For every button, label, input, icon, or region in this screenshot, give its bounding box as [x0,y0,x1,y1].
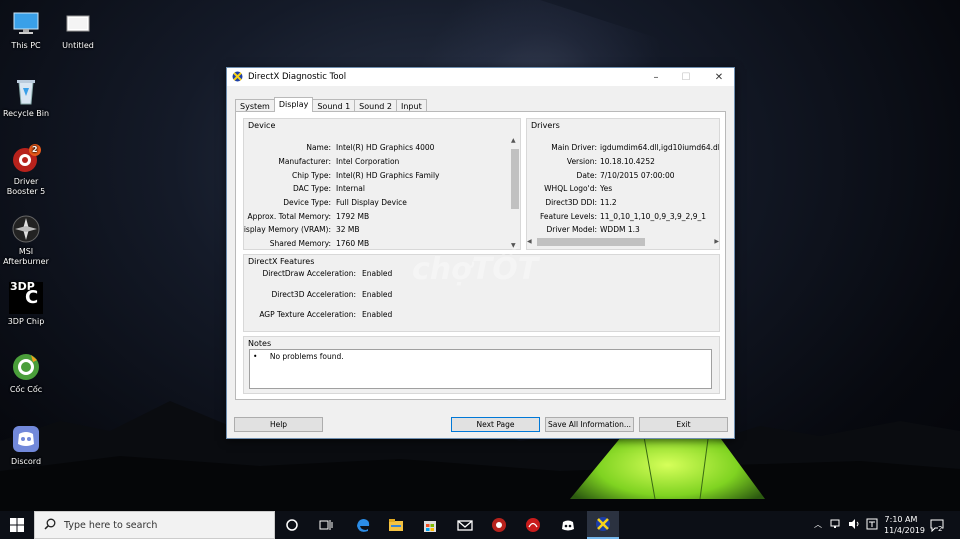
edge-browser-icon[interactable] [353,515,373,535]
coc-coc-icon [11,352,41,382]
desktop-icon-3dp-chip[interactable]: 3DP C 3DP Chip [0,281,52,327]
store-icon[interactable] [420,515,440,535]
device-info-list: Name: Intel(R) HD Graphics 4000 Manufactu… [244,143,440,248]
save-all-information-button[interactable]: Save All Information... [545,417,634,432]
close-button[interactable]: ✕ [704,68,734,86]
drivers-horizontal-scrollbar[interactable]: ◀ ▶ [527,237,719,247]
device-vertical-scrollbar[interactable]: ▲ ▼ [510,137,520,249]
driver-info-list: Main Driver: igdumdim64.dll,igd10iumd64.d… [540,143,719,234]
drivers-group: Drivers Main Driver: igdumdim64.dll,igd10… [526,118,720,250]
desktop-icon-label: Cốc Cốc [9,385,43,394]
afterburner-icon [11,214,41,244]
notification-badge: 2 [938,525,943,533]
action-center-icon[interactable]: 2 [930,518,944,534]
desktop-icon-label: This PC [11,41,41,50]
desktop-icon-driver-booster[interactable]: 2 Driver Booster 5 [0,144,52,197]
desktop-icon-label: Recycle Bin [2,109,50,118]
desktop-icon-label: MSI Afterburner [3,247,49,266]
watermark: chợTỐT [412,252,539,287]
driver-booster-icon: 2 [11,144,41,174]
clock[interactable]: 7:10 AM 11/4/2019 [884,515,926,535]
device-group-title: Device [248,121,276,130]
desktop-icon-label: 3DP Chip [7,317,45,326]
3dp-chip-icon: 3DP C [9,281,43,314]
tab-display[interactable]: Display [273,97,314,112]
help-button[interactable]: Help [234,417,323,432]
search-placeholder: Type here to search [64,519,158,531]
bullet-icon: • [253,352,258,361]
network-icon[interactable] [830,518,842,532]
recycle-bin-icon [11,76,41,106]
msi-dragon-icon[interactable] [523,515,543,535]
task-view-icon[interactable] [316,515,336,535]
scroll-down-arrow-icon[interactable]: ▼ [511,242,516,249]
desktop-icon-discord[interactable]: Discord [0,424,52,467]
search-icon [44,518,56,532]
directx-icon [596,517,610,531]
notes-textbox[interactable]: • No problems found. [249,349,712,389]
file-explorer-icon[interactable] [386,515,406,535]
desktop-icon-this-pc[interactable]: This PC [0,8,52,51]
windows-logo-icon [10,518,24,532]
taskbar: Type here to search ︿ 7:10 AM 11/4/2019 [0,511,960,539]
driver-booster-taskbar-icon[interactable] [489,515,509,535]
tab-bar: System Display Sound 1 Sound 2 Input [235,97,427,112]
desktop-icon-label: Driver Booster 5 [6,177,46,196]
monitor-icon [11,8,41,38]
cortana-icon[interactable] [282,515,302,535]
maximize-button[interactable]: ☐ [671,68,701,86]
window-title: DirectX Diagnostic Tool [248,72,347,82]
notes-group-title: Notes [248,339,272,348]
volume-icon[interactable] [848,518,860,532]
discord-icon [11,424,41,454]
device-group: Device Name: Intel(R) HD Graphics 4000 Ma… [243,118,521,250]
drivers-group-title: Drivers [531,121,560,130]
taskbar-search-box[interactable]: Type here to search [34,511,275,539]
start-button[interactable] [7,515,27,535]
desktop-icon-untitled[interactable]: Untitled [52,8,104,51]
language-icon[interactable] [866,518,878,532]
minimize-button[interactable]: – [641,68,671,86]
scroll-right-arrow-icon[interactable]: ▶ [714,238,719,245]
scrollbar-thumb[interactable] [537,238,645,246]
note-item: • No problems found. [253,352,344,361]
badge-count: 2 [32,145,38,154]
next-page-button[interactable]: Next Page [451,417,540,432]
desktop-icon-label: Discord [10,457,42,466]
desktop-icon-label: Untitled [62,41,94,50]
scroll-left-arrow-icon[interactable]: ◀ [527,238,532,245]
desktop-icon-coc-coc[interactable]: Cốc Cốc [0,352,52,395]
directx-app-icon [232,71,243,84]
notes-group: Notes • No problems found. [243,336,720,394]
discord-taskbar-icon[interactable] [558,515,578,535]
mail-icon[interactable] [455,515,475,535]
image-file-icon [63,8,93,38]
desktop-icon-msi-afterburner[interactable]: MSI Afterburner [0,214,52,267]
directx-taskbar-button[interactable] [587,511,619,539]
exit-button[interactable]: Exit [639,417,728,432]
clock-time: 7:10 AM [884,515,918,524]
scroll-up-arrow-icon[interactable]: ▲ [511,137,516,144]
title-bar[interactable]: DirectX Diagnostic Tool – ☐ ✕ [227,68,734,86]
clock-date: 11/4/2019 [884,526,926,535]
features-group-title: DirectX Features [248,257,315,266]
scrollbar-thumb[interactable] [511,149,519,209]
desktop-icon-recycle-bin[interactable]: Recycle Bin [0,76,52,119]
show-hidden-icons-chevron-icon[interactable]: ︿ [814,519,822,530]
